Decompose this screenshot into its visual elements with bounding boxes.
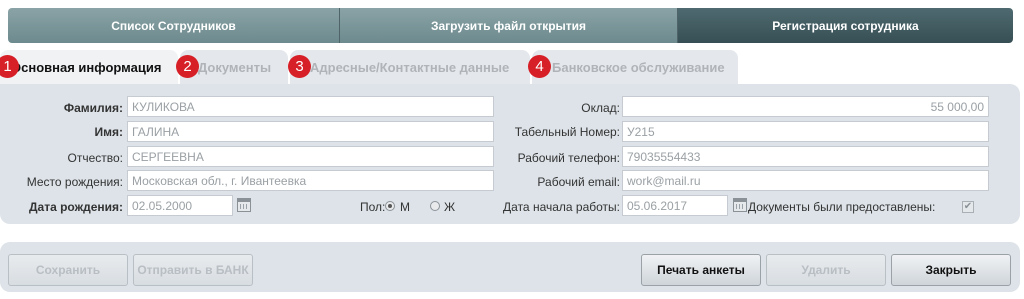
gender-label: Пол: [360, 200, 386, 214]
birthplace-field[interactable]: Московская обл., г. Ивантеевка [127, 170, 494, 191]
tab-number-field[interactable]: У215 [622, 121, 989, 142]
surname-label: Фамилия: [63, 101, 123, 115]
subtab-main-info-label: Основная информация [11, 59, 162, 75]
subtab-address-contacts-label: Адресные/Контактные данные [310, 59, 510, 75]
salary-field[interactable]: 55 000,00 [622, 96, 989, 117]
send-to-bank-button[interactable]: Отправить в БАНК [133, 254, 253, 286]
birthdate-label: Дата рождения: [28, 200, 123, 214]
subtab-documents-label: Документы [198, 59, 272, 75]
patronymic-label: Отчество: [67, 151, 124, 165]
gender-male-label: М [400, 200, 410, 214]
subtab-banking[interactable]: Банковское обслуживание [532, 50, 738, 84]
gender-male-radio[interactable] [385, 201, 395, 211]
name-label: Имя: [94, 125, 124, 139]
start-date-label: Дата начала работы: [503, 200, 620, 214]
name-field[interactable]: ГАЛИНА [127, 121, 494, 142]
top-navigation: Список Сотрудников Загрузить файл открыт… [8, 8, 1013, 43]
step-number-3: 3 [288, 55, 311, 78]
birthdate-field[interactable]: 02.05.2000 [127, 195, 233, 216]
action-bar: Сохранить Отправить в БАНК Печать анкеты… [0, 242, 1020, 292]
subtab-banking-label: Банковское обслуживание [552, 59, 725, 75]
gender-female-radio[interactable] [430, 201, 440, 211]
subtab-main-info[interactable]: Основная информация [0, 50, 178, 84]
patronymic-field[interactable]: СЕРГЕЕВНА [127, 146, 494, 167]
tab-number-label: Табельный Номер: [514, 125, 620, 139]
step-number-4: 4 [528, 55, 551, 78]
tab-employee-list[interactable]: Список Сотрудников [8, 8, 340, 43]
delete-button[interactable]: Удалить [766, 254, 886, 286]
start-date-field[interactable]: 05.06.2017 [622, 195, 728, 216]
print-form-button[interactable]: Печать анкеты [641, 254, 761, 286]
save-button[interactable]: Сохранить [8, 254, 128, 286]
start-date-calendar-icon[interactable] [733, 198, 747, 212]
work-phone-field[interactable]: 79035554433 [622, 146, 989, 167]
subtab-address-contacts[interactable]: Адресные/Контактные данные [290, 50, 530, 84]
birthplace-label: Место рождения: [26, 175, 123, 189]
work-email-field[interactable]: work@mail.ru [622, 170, 989, 191]
surname-field[interactable]: КУЛИКОВА [127, 96, 494, 117]
docs-provided-label: Документы были предоставлены: [748, 200, 936, 214]
gender-female-label: Ж [444, 200, 456, 214]
work-phone-label: Рабочий телефон: [517, 151, 620, 165]
main-info-form: Фамилия: КУЛИКОВА Имя: ГАЛИНА Отчество: … [0, 84, 1020, 224]
work-email-label: Рабочий email: [537, 175, 620, 189]
birthdate-calendar-icon[interactable] [237, 198, 251, 212]
tab-employee-registration[interactable]: Регистрация сотрудника [678, 8, 1013, 43]
step-number-2: 2 [176, 55, 199, 78]
tab-upload-opening-file[interactable]: Загрузить файл открытия [340, 8, 678, 43]
close-button[interactable]: Закрыть [891, 254, 1011, 286]
docs-provided-checkbox[interactable]: ✔ [962, 201, 974, 213]
salary-label: Оклад: [581, 101, 620, 115]
